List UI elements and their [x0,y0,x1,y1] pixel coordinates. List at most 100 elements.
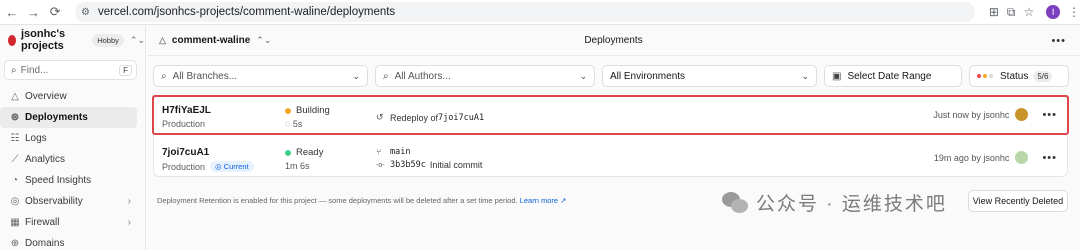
project-switcher[interactable]: △ comment-waline ⌃⌄ [159,35,271,46]
sidebar-item-speed-insights[interactable]: ◔ Speed Insights [0,170,137,191]
learn-more-link[interactable]: Learn more ↗ [520,196,567,205]
date-range-picker[interactable]: ▣ Select Date Range [824,65,962,87]
avatar[interactable] [1015,108,1029,121]
sidebar-item-deployments[interactable]: ⊛ Deployments [0,107,137,128]
retention-notice: Deployment Retention is enabled for this… [157,196,567,205]
sidebar-item-analytics[interactable]: ⟋ Analytics [0,149,137,170]
profile-avatar[interactable]: I [1046,5,1061,19]
team-name: jsonhc's projects [20,28,66,52]
sidebar-item-label: Observability [25,196,83,207]
deployment-row[interactable]: H7fiYaEJL Production Building ◌ 5s ↺ Red… [152,95,1069,135]
branches-filter[interactable]: ⌕ All Branches... ⌄ [153,65,368,87]
chevron-down-icon: ⌄ [801,70,809,81]
share-icon[interactable]: ⧉ [1007,5,1016,20]
sidebar-item-label: Logs [25,133,47,144]
translate-icon[interactable]: ⊞ [989,5,999,19]
search-icon: ⌕ [11,64,17,76]
nav-icon: ⊛ [10,112,20,123]
authors-filter[interactable]: ⌕ All Authors... ⌄ [375,65,595,87]
redeploy-label: Redeploy of [390,112,439,123]
sidebar-item-label: Deployments [25,112,88,123]
deployment-time: 19m ago by jsonhc [933,152,1010,163]
commit-message: Initial commit [429,160,483,170]
spinner-icon: ◌ [285,119,291,129]
deployment-duration: 1m 6s [285,161,310,171]
address-bar[interactable]: ⚙ vercel.com/jsonhcs-projects/comment-wa… [75,2,975,22]
nav-icon: ◎ [10,196,20,207]
deployment-duration: ◌ 5s [285,119,303,129]
wechat-logo-icon [722,191,748,214]
sidebar-item-overview[interactable]: △ Overview [0,86,137,107]
nav-icon: ⊕ [10,238,20,249]
find-placeholder: Find... [20,64,49,76]
current-badge: ◎ Current [210,161,254,172]
chevron-right-icon: › [127,217,131,228]
sidebar-item-observability[interactable]: ◎ Observability › [0,191,137,212]
deployment-branch[interactable]: ⑂ main [376,147,482,157]
deployment-time: Just now by jsonhc [933,109,1010,120]
site-settings-icon[interactable]: ⚙ [81,7,90,18]
search-icon: ⌕ [383,70,389,82]
sidebar-item-label: Analytics [25,154,66,165]
nav-icon: ▦ [10,217,20,228]
url-text: vercel.com/jsonhcs-projects/comment-wali… [97,6,396,18]
deployment-commit[interactable]: -o- 3b3b59c Initial commit [376,160,482,170]
team-switcher[interactable]: jsonhc's projects Hobby ⌃⌄ [0,26,145,54]
more-icon[interactable]: ••• [1042,109,1057,121]
plan-badge: Hobby [92,33,124,47]
nav-icon: ☷ [10,133,20,144]
bookmark-star-icon[interactable]: ☆ [1023,5,1034,19]
deployment-row[interactable]: 7joi7cuA1 Production ◎ Current Ready 1m … [154,138,1067,178]
status-dot [285,107,291,114]
chevron-updown-icon[interactable]: ⌃⌄ [130,35,145,46]
calendar-icon: ▣ [832,70,842,82]
chevron-down-icon: ⌄ [352,70,360,81]
deployments-list: H7fiYaEJL Production Building ◌ 5s ↺ Red… [152,95,1069,178]
status-filter[interactable]: Status 5/6 [969,65,1069,87]
reload-icon[interactable]: ⟳ [45,2,65,22]
status-dots-icon [977,74,993,78]
deployment-id[interactable]: H7fiYaEJL [162,105,211,116]
back-icon[interactable]: ← [2,2,22,22]
sidebar-nav: △ Overview ⊛ Deployments ☷ Logs ⟋ Analytics ◔ Spe… [0,86,145,250]
nav-icon: △ [11,91,19,102]
avatar[interactable] [1015,151,1029,164]
team-avatar [8,34,16,46]
redeploy-ref[interactable]: 7joi7cuA1 [438,113,484,123]
forward-icon[interactable]: → [24,2,44,22]
deployment-status: Building [285,105,330,116]
branch-icon: ⑂ [376,147,382,157]
vercel-triangle-icon: △ [159,35,166,45]
watermark: 公众号 · 运维技术吧 [722,189,947,216]
chevron-right-icon: › [127,196,131,207]
sidebar-item-logs[interactable]: ☷ Logs [0,128,137,149]
status-dot [285,149,291,156]
browser-menu-icon[interactable]: ⋮ [1068,5,1080,19]
sidebar-item-label: Speed Insights [25,175,92,186]
chevron-down-icon: ⌄ [579,70,587,81]
environments-select[interactable]: All Environments ⌄ [602,65,817,87]
find-input[interactable]: ⌕ Find... F [4,60,137,80]
more-icon[interactable]: ••• [1042,152,1057,164]
more-icon[interactable]: ••• [1051,35,1066,47]
chevron-updown-icon[interactable]: ⌃⌄ [256,35,271,46]
sidebar-item-label: Domains [25,238,65,249]
page-title: Deployments [584,35,643,46]
deployment-environment: Production ◎ Current [162,161,254,172]
nav-icon: ◔ [11,175,19,186]
view-recently-deleted-button[interactable]: View Recently Deleted [968,190,1068,212]
deployment-source: ↺ Redeploy of 7joi7cuA1 [376,112,484,123]
search-icon: ⌕ [161,70,167,82]
commit-hash: 3b3b59c [390,160,426,170]
find-shortcut: F [119,64,132,76]
sidebar-item-label: Firewall [25,217,60,228]
watermark-text: 公众号 · 运维技术吧 [756,194,947,215]
sidebar-item-domains[interactable]: ⊕ Domains [0,233,137,250]
content-header: △ comment-waline ⌃⌄ Deployments ••• [147,26,1080,56]
deployment-id[interactable]: 7joi7cuA1 [162,147,254,158]
browser-toolbar: ← → ⟳ ⚙ vercel.com/jsonhcs-projects/comm… [0,0,1080,25]
status-count: 5/6 [1033,70,1053,82]
environments-label: All Environments [610,70,686,82]
sidebar-item-firewall[interactable]: ▦ Firewall › [0,212,137,233]
date-range-label: Select Date Range [847,70,932,82]
